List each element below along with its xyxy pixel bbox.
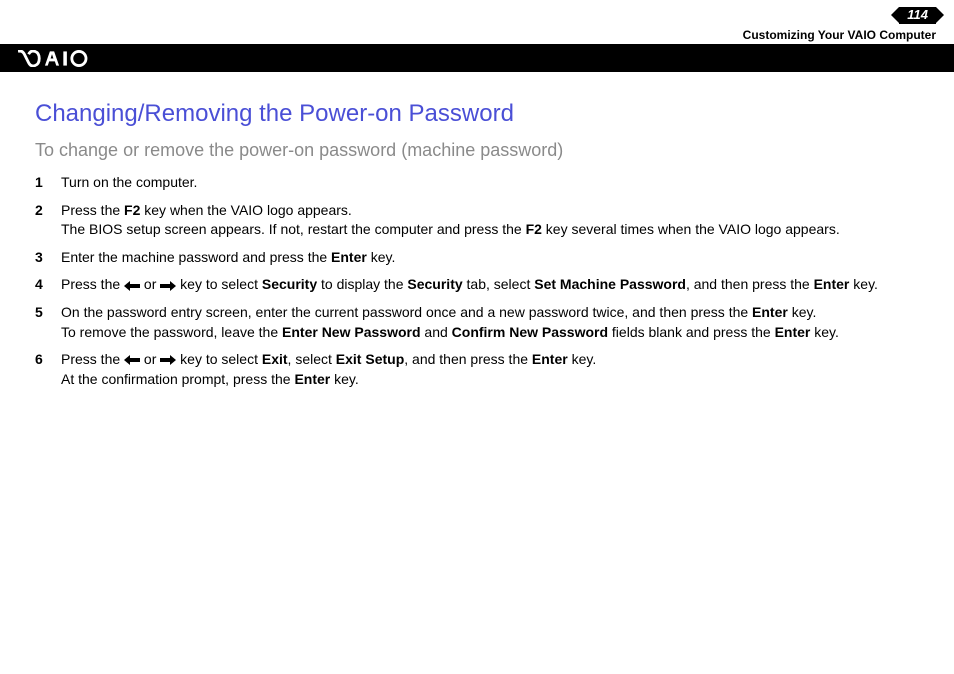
arrow-right-icon (160, 353, 176, 367)
step-text: Press the or key to select Security to d… (61, 275, 919, 295)
step-text: On the password entry screen, enter the … (61, 303, 919, 342)
step-item: 4Press the or key to select Security to … (35, 275, 919, 295)
arrow-left-icon (124, 279, 140, 293)
step-item: 5On the password entry screen, enter the… (35, 303, 919, 342)
step-text: Press the F2 key when the VAIO logo appe… (61, 201, 919, 240)
brand-bar (0, 44, 954, 72)
step-number: 4 (35, 275, 61, 295)
step-number: 5 (35, 303, 61, 342)
page-header-nav: 114 (0, 0, 954, 30)
step-number: 6 (35, 350, 61, 389)
step-text: Press the or key to select Exit, select … (61, 350, 919, 389)
step-text: Turn on the computer. (61, 173, 919, 193)
arrow-right-icon (160, 279, 176, 293)
main-content: Changing/Removing the Power-on Password … (0, 72, 954, 389)
step-number: 1 (35, 173, 61, 193)
section-title: Customizing Your VAIO Computer (0, 28, 954, 42)
step-number: 3 (35, 248, 61, 268)
step-number: 2 (35, 201, 61, 240)
page-heading: Changing/Removing the Power-on Password (35, 100, 919, 128)
step-text: Enter the machine password and press the… (61, 248, 919, 268)
step-item: 3Enter the machine password and press th… (35, 248, 919, 268)
step-item: 6Press the or key to select Exit, select… (35, 350, 919, 389)
step-list: 1Turn on the computer.2Press the F2 key … (35, 173, 919, 389)
page-number-badge[interactable]: 114 (899, 7, 936, 24)
page-subheading: To change or remove the power-on passwor… (35, 140, 919, 161)
arrow-left-icon (124, 353, 140, 367)
step-item: 1Turn on the computer. (35, 173, 919, 193)
step-item: 2Press the F2 key when the VAIO logo app… (35, 201, 919, 240)
vaio-logo-icon (18, 50, 103, 67)
